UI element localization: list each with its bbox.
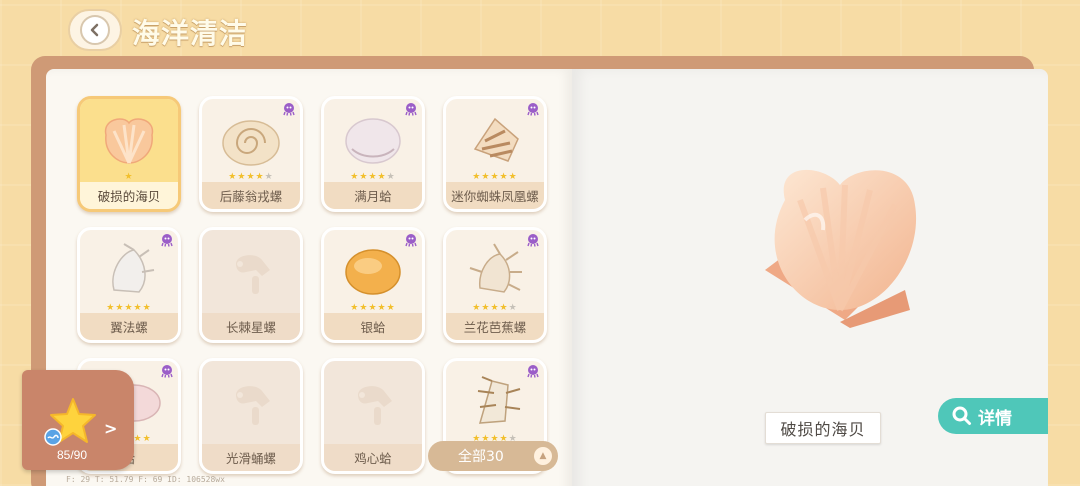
star-filled-icon: ★ (499, 303, 509, 313)
murex-shell-icon (477, 376, 521, 424)
golden-clam-icon (345, 249, 401, 295)
item-card-label: 破损的海贝 (80, 182, 178, 209)
star-filled-icon: ★ (490, 172, 500, 182)
detail-button-label: 详情 (978, 408, 1012, 429)
star-filled-icon: ★ (124, 303, 134, 313)
item-image (202, 230, 300, 314)
triton-shell-icon (112, 243, 155, 293)
item-card[interactable]: ★ 破损的海贝 (77, 96, 181, 212)
star-filled-icon: ★ (472, 172, 482, 182)
item-card[interactable]: 光滑蛹螺 (199, 358, 303, 474)
spiky-shell-icon (469, 243, 522, 293)
item-image (80, 99, 178, 183)
octopus-badge-icon (283, 103, 295, 116)
star-filled-icon: ★ (106, 303, 116, 313)
star-empty-icon: ★ (508, 303, 518, 313)
octopus-badge-icon (161, 234, 173, 247)
star-filled-icon: ★ (472, 303, 482, 313)
item-card[interactable]: 鸡心蛤 (321, 358, 425, 474)
item-card-label: 迷你蜘蛛凤凰螺 (446, 182, 544, 209)
item-card-label: 满月蛤 (324, 182, 422, 209)
spiral-shell-icon (222, 120, 280, 166)
star-filled-icon: ★ (133, 434, 143, 444)
star-filled-icon: ★ (377, 303, 387, 313)
item-card[interactable]: ★★★★★ 迷你蜘蛛凤凰螺 (443, 96, 547, 212)
star-filled-icon: ★ (499, 172, 509, 182)
chevron-right-icon: > (104, 419, 118, 438)
chevron-left-icon (80, 15, 110, 45)
star-filled-icon: ★ (508, 172, 518, 182)
vacuum-cleaner-icon (236, 386, 270, 425)
star-filled-icon: ★ (228, 172, 238, 182)
page-title: 海洋清洁 (132, 17, 249, 50)
star-filled-icon: ★ (350, 303, 360, 313)
star-filled-icon: ★ (255, 172, 265, 182)
star-filled-icon: ★ (386, 303, 396, 313)
item-card[interactable]: ★★★★★ 翼法螺 (77, 227, 181, 343)
item-card-label: 光滑蛹螺 (202, 444, 300, 471)
star-empty-icon: ★ (264, 172, 274, 182)
octopus-badge-icon (527, 234, 539, 247)
selected-item-name: 破损的海贝 (765, 412, 881, 444)
detail-button[interactable]: 详情 (938, 398, 1048, 434)
filter-label: 全部30 (458, 449, 504, 465)
star-filled-icon: ★ (490, 303, 500, 313)
vacuum-cleaner-icon (358, 386, 392, 425)
clam-shell-icon (345, 118, 401, 164)
item-card-label: 长棘星螺 (202, 313, 300, 340)
scallop-shell-icon (104, 118, 154, 164)
star-filled-icon: ★ (133, 303, 143, 313)
item-image (202, 361, 300, 445)
star-filled-icon: ★ (124, 172, 134, 182)
filter-dropdown[interactable]: 全部30 ▲ (428, 441, 558, 471)
back-button[interactable] (68, 9, 122, 51)
star-filled-icon: ★ (368, 303, 378, 313)
debug-overlay-text: F: 29 T: 51.79 F: 69 ID: 106528wx (66, 475, 225, 484)
item-card-label: 翼法螺 (80, 313, 178, 340)
octopus-badge-icon (527, 365, 539, 378)
item-image (324, 361, 422, 445)
item-card[interactable]: ★★★★★ 满月蛤 (321, 96, 425, 212)
star-filled-icon: ★ (142, 434, 152, 444)
item-card[interactable]: ★★★★★ 后藤翁戎螺 (199, 96, 303, 212)
star-filled-icon: ★ (377, 172, 387, 182)
star-filled-icon: ★ (368, 172, 378, 182)
item-card[interactable]: ★★★★★ 兰花芭蕉螺 (443, 227, 547, 343)
star-empty-icon: ★ (386, 172, 396, 182)
item-card[interactable]: 长棘星螺 (199, 227, 303, 343)
octopus-badge-icon (405, 103, 417, 116)
octopus-badge-icon (405, 234, 417, 247)
star-filled-icon: ★ (350, 172, 360, 182)
ocean-badge-icon (44, 428, 62, 446)
collection-count: 85/90 (56, 448, 88, 462)
star-filled-icon: ★ (246, 172, 256, 182)
item-card-label: 银蛤 (324, 313, 422, 340)
vacuum-cleaner-icon (236, 255, 270, 294)
selected-item-preview (765, 169, 917, 328)
item-card-label: 后藤翁戎螺 (202, 182, 300, 209)
item-card-label: 鸡心蛤 (324, 444, 422, 471)
search-icon (952, 406, 971, 425)
octopus-badge-icon (527, 103, 539, 116)
item-card[interactable]: ★★★★★ 银蛤 (321, 227, 425, 343)
octopus-badge-icon (161, 365, 173, 378)
star-filled-icon: ★ (142, 303, 152, 313)
chevron-up-icon: ▲ (534, 447, 552, 465)
item-card-label: 兰花芭蕉螺 (446, 313, 544, 340)
conch-shell-icon (473, 117, 519, 162)
